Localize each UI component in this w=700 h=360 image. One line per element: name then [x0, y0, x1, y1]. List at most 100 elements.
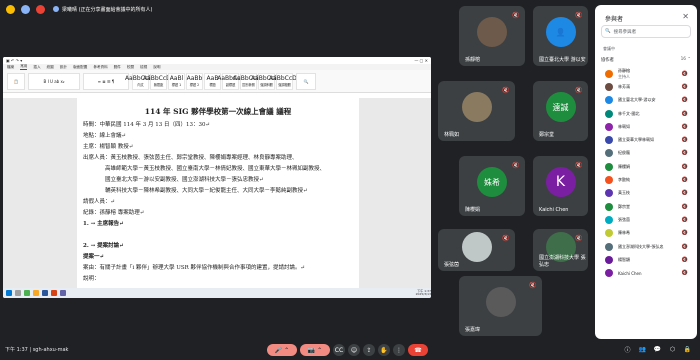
participant-row[interactable]: 孫靜榕 主持人 🔇	[601, 67, 691, 80]
mic-off-icon[interactable]: 🔇	[682, 217, 688, 223]
chat-icon[interactable]: 💬	[653, 345, 662, 354]
participant-name: 陳櫻娟	[618, 164, 630, 170]
people-icon[interactable]: 👥	[638, 345, 647, 354]
ribbon-tab[interactable]: 說明	[153, 65, 160, 70]
search-icon[interactable]	[15, 290, 21, 296]
participant-row[interactable]: 林芳滿 🔇	[601, 80, 691, 93]
explorer-icon[interactable]	[33, 290, 39, 296]
paste-button[interactable]: 📋	[7, 72, 25, 90]
participant-row[interactable]: 陳櫻娟 🔇	[601, 160, 691, 173]
ribbon-tab[interactable]: 校閱	[127, 65, 134, 70]
style-item[interactable]: AaBbCcDc 無間距	[143, 72, 174, 90]
mic-off-icon[interactable]: 🔇	[682, 230, 688, 236]
participant-tile[interactable]: 🔇 張嘉瑋	[459, 276, 542, 336]
activities-icon[interactable]: ⬡	[668, 345, 677, 354]
chrome-icon[interactable]	[24, 290, 30, 296]
document-page[interactable]: 114 年 SIG 夥伴學校第一次線上會議 議程 時間：中華民國 114 年 3…	[77, 98, 359, 288]
participant-row[interactable]: 李懿純 🔇	[601, 173, 691, 186]
ribbon-tab[interactable]: 插入	[33, 65, 40, 70]
font-group[interactable]: B I U ab x₂	[28, 72, 80, 90]
search-input[interactable]: 🔍 搜尋參與者	[601, 25, 691, 38]
participant-row[interactable]: 國立臺北大學-游以安 🔇	[601, 94, 691, 107]
close-icon[interactable]: ✕	[682, 12, 689, 21]
mic-off-icon[interactable]: 🔇	[682, 257, 688, 263]
info-icon[interactable]: ⓘ	[623, 345, 632, 354]
participant-name: Kaichi Chen	[618, 271, 642, 276]
more-options-button[interactable]: ⋮	[393, 344, 405, 356]
participant-tile[interactable]: K 🔇 Kaichi Chen	[533, 156, 588, 216]
mic-off-icon[interactable]: 🔇	[682, 111, 688, 117]
style-name: 區別參照	[242, 83, 255, 87]
ribbon-tab[interactable]: 檢視	[140, 65, 147, 70]
mic-off-icon[interactable]: 🔇	[682, 84, 688, 90]
teams-icon[interactable]	[60, 290, 66, 296]
taskbar-clock: 下午 1:37 2025/3/13	[415, 288, 431, 296]
participant-row[interactable]: 楊智穎 🔇	[601, 253, 691, 266]
ribbon-tab[interactable]: 繪圖	[47, 65, 54, 70]
participant-row[interactable]: Kaichi Chen 🔇	[601, 266, 691, 279]
leave-call-button[interactable]: ☎	[408, 344, 428, 356]
mic-off-icon[interactable]: 🔇	[682, 137, 688, 143]
word-icon[interactable]	[42, 290, 48, 296]
participant-row[interactable]: 黃玉枝 🔇	[601, 187, 691, 200]
participant-row[interactable]: 林千文-國北 🔇	[601, 107, 691, 120]
mic-off-icon[interactable]: 🔇	[682, 204, 688, 210]
ribbon-tab[interactable]: 版面配置	[73, 65, 87, 70]
participant-tile[interactable]: 🔇 孫靜榕	[459, 6, 525, 66]
start-icon[interactable]	[6, 290, 12, 296]
mic-off-icon[interactable]: 🔇	[682, 177, 688, 183]
group-label: 協作者	[601, 57, 614, 63]
present-button[interactable]: ⇪	[363, 344, 375, 356]
ribbon-tab[interactable]: 常用	[20, 64, 28, 70]
style-item[interactable]: AaBb 標題 2	[186, 72, 203, 90]
mic-off-icon[interactable]: 🔇	[682, 71, 688, 77]
participant-row[interactable]: 林珮如 🔇	[601, 120, 691, 133]
mic-off-icon[interactable]: 🔇	[682, 164, 688, 170]
mic-off-icon: 🔇	[501, 85, 511, 95]
participant-name: 國立臺北大學-游以安	[618, 97, 655, 103]
window-controls[interactable]: — ▢ ✕	[414, 58, 428, 63]
ribbon-tab[interactable]: 設計	[60, 65, 67, 70]
participant-tile[interactable]: 姝希 🔇 陳櫻娟	[459, 156, 525, 216]
host-controls-icon[interactable]: 🔒	[683, 345, 692, 354]
participant-avatar	[605, 122, 613, 131]
style-item[interactable]: AaBl 標題 1	[168, 72, 185, 90]
participant-row[interactable]: 張弦茵 🔇	[601, 213, 691, 226]
present-icon[interactable]	[21, 4, 30, 14]
raise-hand-button[interactable]: ✋	[378, 344, 390, 356]
mic-off-icon[interactable]: 🔇	[682, 190, 688, 196]
ribbon-tab[interactable]: 參考資料	[93, 65, 107, 70]
stop-share-icon[interactable]	[36, 4, 45, 14]
word-quick-access[interactable]: ▣ ↶ ↷ ▾	[6, 58, 22, 63]
participant-tile[interactable]: 👤 🔇 國立臺北大學 游以安	[533, 6, 588, 66]
participant-row[interactable]: 國立澎湖科技大學-張弘忠 🔇	[601, 240, 691, 253]
mic-off-icon[interactable]: 🔇	[682, 270, 688, 276]
participants-group[interactable]: 協作者 16 ⌃	[601, 56, 691, 63]
ribbon-tab[interactable]: 檔案	[7, 65, 14, 70]
mic-off-icon[interactable]: 🔇	[682, 150, 688, 156]
find-button[interactable]: 🔍	[296, 72, 316, 90]
participant-row[interactable]: 鄭宗堂 🔇	[601, 200, 691, 213]
participant-row[interactable]: 紀俊龍 🔇	[601, 147, 691, 160]
mic-off-icon[interactable]: 🔇	[682, 124, 688, 130]
participant-tile[interactable]: 🔇 林珮如	[438, 81, 515, 141]
participant-tile[interactable]: 遠誠 🔇 鄭宗堂	[533, 81, 588, 141]
captions-button[interactable]: CC	[333, 344, 345, 356]
mic-button[interactable]: 🎤 ⌃	[267, 344, 297, 356]
participant-tile[interactable]: 🔇 張弦茵	[438, 229, 515, 271]
paragraph-group[interactable]: ≡ ≣ ☰ ¶	[83, 72, 129, 90]
participant-name: 張弦茵	[618, 217, 630, 223]
camera-button[interactable]: 📷 ⌃	[300, 344, 330, 356]
mic-off-icon[interactable]: 🔇	[682, 244, 688, 250]
ribbon-tab[interactable]: 郵件	[114, 65, 121, 70]
participant-tile[interactable]: 🔇 國立澎湖科技大學 張弘忠	[533, 229, 588, 271]
participant-row[interactable]: 陳林希 🔇	[601, 227, 691, 240]
participant-avatar	[605, 189, 613, 198]
mic-off-icon: 🔇	[528, 280, 538, 290]
style-item[interactable]: AaBbCcDc 強調粗體	[269, 72, 300, 90]
powerpoint-icon[interactable]	[51, 290, 57, 296]
participant-avatar	[605, 109, 613, 118]
mic-off-icon[interactable]: 🔇	[682, 97, 688, 103]
emoji-button[interactable]: ☺	[348, 344, 360, 356]
participant-row[interactable]: 國立東華大學林珮如 🔇	[601, 133, 691, 146]
